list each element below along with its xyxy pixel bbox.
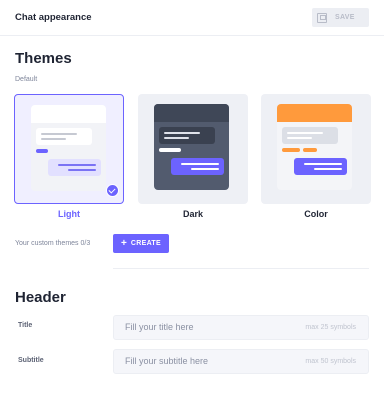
preview-outgoing-bubble bbox=[171, 158, 224, 175]
preview-incoming-bubble bbox=[36, 128, 92, 145]
theme-name-dark: Dark bbox=[182, 209, 203, 219]
preview-header bbox=[154, 104, 229, 122]
title-max-hint: max 25 symbols bbox=[305, 324, 356, 331]
theme-name-light: Light bbox=[58, 209, 80, 219]
default-label: Default bbox=[15, 76, 38, 83]
preview-outgoing-bubble bbox=[294, 158, 347, 175]
save-button[interactable]: SAVE bbox=[312, 8, 369, 27]
title-field: max 25 symbols bbox=[113, 315, 369, 340]
theme-card-light[interactable] bbox=[14, 94, 124, 204]
save-icon bbox=[317, 12, 327, 23]
light-theme-preview bbox=[31, 105, 106, 191]
page-title: Chat appearance bbox=[15, 12, 92, 23]
preview-outgoing-bubble bbox=[48, 159, 101, 176]
custom-themes-label: Your custom themes 0/3 bbox=[15, 240, 91, 247]
title-input[interactable] bbox=[125, 322, 295, 332]
top-bar: Chat appearance SAVE bbox=[0, 0, 384, 36]
section-divider bbox=[113, 268, 369, 269]
title-field-label: Title bbox=[18, 322, 33, 329]
preview-incoming-bubble bbox=[282, 127, 338, 144]
save-button-label: SAVE bbox=[335, 14, 355, 21]
preview-incoming-bubble bbox=[159, 127, 215, 144]
theme-name-color: Color bbox=[304, 209, 328, 219]
subtitle-input[interactable] bbox=[125, 356, 295, 366]
preview-header bbox=[31, 105, 106, 123]
theme-card-color[interactable] bbox=[261, 94, 371, 204]
subtitle-max-hint: max 50 symbols bbox=[305, 358, 356, 365]
subtitle-field-label: Subtitle bbox=[18, 357, 44, 364]
selected-check-icon bbox=[106, 184, 119, 197]
preview-pill bbox=[159, 148, 181, 152]
preview-pill bbox=[303, 148, 317, 152]
preview-header bbox=[277, 104, 352, 122]
preview-pill bbox=[36, 149, 48, 153]
color-theme-preview bbox=[277, 104, 352, 190]
create-theme-button[interactable]: + CREATE bbox=[113, 234, 169, 253]
subtitle-field: max 50 symbols bbox=[113, 349, 369, 374]
create-button-label: CREATE bbox=[130, 240, 161, 247]
header-heading: Header bbox=[15, 289, 66, 306]
theme-card-dark[interactable] bbox=[138, 94, 248, 204]
dark-theme-preview bbox=[154, 104, 229, 190]
plus-icon: + bbox=[121, 237, 127, 249]
preview-pill bbox=[282, 148, 300, 152]
themes-heading: Themes bbox=[15, 50, 72, 67]
